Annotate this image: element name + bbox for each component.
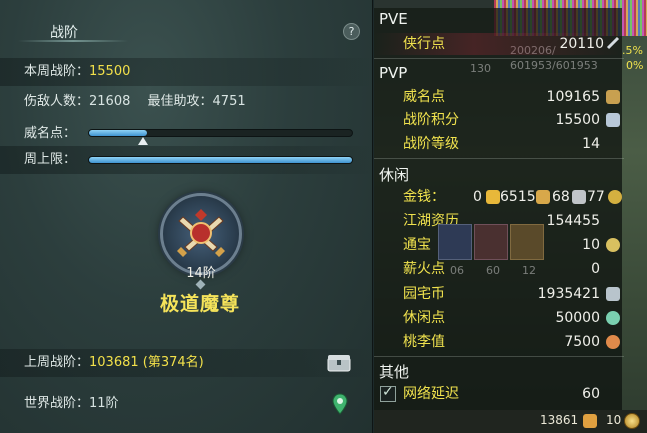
title-underline: [18, 40, 128, 42]
sword-icon: [606, 36, 620, 50]
help-button[interactable]: ?: [343, 23, 360, 40]
currency-row: 战阶等级 14: [374, 133, 624, 155]
world-rank-row: 世界战阶：11阶: [0, 390, 373, 418]
tongbao-coin-icon: [606, 238, 620, 252]
weekly-rank-label: 本周战阶：: [24, 64, 90, 79]
currency-row: 薪火点 0: [374, 258, 624, 280]
kills-value: 21608: [89, 94, 131, 109]
currency-name: 休闲点: [403, 310, 445, 326]
last-week-label: 上周战阶：: [24, 355, 90, 370]
coin-icon: [624, 413, 640, 429]
currency-name: 园宅币: [403, 286, 445, 302]
money-label: 金钱：: [403, 189, 445, 205]
currency-name: 网络延迟: [403, 386, 459, 402]
money-silver-value: 6515: [500, 189, 536, 205]
currency-value: 0: [591, 261, 600, 277]
battle-rank-panel: 战阶 ? 本周战阶：15500 伤敌人数：21608 最佳助攻：4751 威名点…: [0, 0, 373, 433]
bg-level-text: 130: [470, 62, 491, 75]
fame-progress-fill: [89, 130, 147, 136]
money-row: 金钱： 0 6515 68 77: [374, 186, 624, 208]
last-week-value: 103681 (第374名): [89, 355, 204, 370]
boot-icon: [583, 414, 597, 428]
bottom-value-1: 13861: [540, 413, 579, 427]
currency-name: 战阶积分: [403, 112, 459, 128]
peach-icon: [606, 335, 620, 349]
bg-pct2-text: 0%: [626, 59, 644, 72]
skill-icon: [474, 224, 508, 260]
panel-title: 战阶: [50, 25, 78, 41]
leisure-leaf-icon: [606, 311, 620, 325]
coin-icon: [608, 190, 622, 204]
weekly-rank-value: 15500: [89, 64, 131, 79]
currency-value: 20110: [559, 36, 604, 52]
currency-name: 通宝: [403, 237, 431, 253]
crossed-swords-icon: [177, 209, 225, 257]
currency-name: 威名点: [403, 89, 445, 105]
currency-name: 桃李值: [403, 334, 445, 350]
silver-ingot-icon: [536, 190, 550, 204]
currency-row: 战阶积分 15500: [374, 109, 624, 131]
kills-label: 伤敌人数：: [24, 94, 90, 109]
weekly-cap-progress-fill: [89, 157, 352, 163]
currency-row: 网络延迟 60: [374, 383, 624, 405]
rank-divider-icon: [195, 279, 206, 290]
house-coin-icon: [606, 287, 620, 301]
world-rank-value: 11阶: [89, 396, 119, 411]
bottom-value-2: 10: [606, 413, 622, 427]
fame-marker-icon: [138, 137, 148, 145]
reward-chest-icon[interactable]: [327, 354, 351, 372]
world-rank-label: 世界战阶：: [24, 396, 90, 411]
bg-mp-text: 601953/601953: [510, 59, 598, 72]
fame-label: 威名点：: [24, 126, 77, 141]
skill-icon: [510, 224, 544, 260]
money-gold-value: 0: [473, 189, 482, 205]
currency-panel: 200206/ 601953/601953 130 .5% 0% 06 60 1…: [374, 0, 647, 433]
copper-ingot-icon: [572, 190, 586, 204]
weekly-rank-row: 本周战阶：15500: [0, 58, 373, 86]
currency-row: 侠行点 20110: [374, 33, 624, 55]
currency-row: 桃李值 7500: [374, 331, 624, 353]
currency-value: 60: [582, 386, 600, 402]
last-week-row: 上周战阶：103681 (第374名): [0, 349, 373, 377]
kills-row: 伤敌人数：21608 最佳助攻：4751: [0, 88, 373, 116]
section-pve: PVE: [379, 10, 408, 28]
gold-ingot-icon: [486, 190, 500, 204]
weekly-cap-progress-bar: [88, 156, 353, 164]
currency-row: 休闲点 50000: [374, 307, 624, 329]
rank-badge-icon: [606, 113, 620, 127]
money-coin-value: 77: [587, 189, 605, 205]
bg-pct1-text: .5%: [622, 44, 643, 57]
skill-icon: [438, 224, 472, 260]
currency-name: 薪火点: [403, 261, 445, 277]
money-copper-value: 68: [552, 189, 570, 205]
fame-mask-icon: [606, 90, 620, 104]
weekly-cap-label: 周上限：: [24, 152, 77, 167]
fame-progress-bar: [88, 129, 353, 137]
section-pvp: PVP: [379, 64, 408, 82]
location-pin-icon[interactable]: [332, 393, 348, 415]
currency-value: 14: [582, 136, 600, 152]
section-other: 其他: [379, 363, 410, 381]
game-background: [374, 0, 494, 8]
currency-row: 园宅币 1935421: [374, 283, 624, 305]
section-leisure: 休闲: [379, 166, 410, 184]
currency-row: 威名点 109165: [374, 86, 624, 108]
rank-tier: 14阶: [186, 266, 216, 281]
currency-name: 战阶等级: [403, 136, 459, 152]
assist-value: 4751: [212, 94, 246, 109]
assist-label: 最佳助攻：: [147, 94, 213, 109]
rank-title: 极道魔尊: [159, 293, 240, 315]
currency-name: 侠行点: [403, 36, 445, 52]
